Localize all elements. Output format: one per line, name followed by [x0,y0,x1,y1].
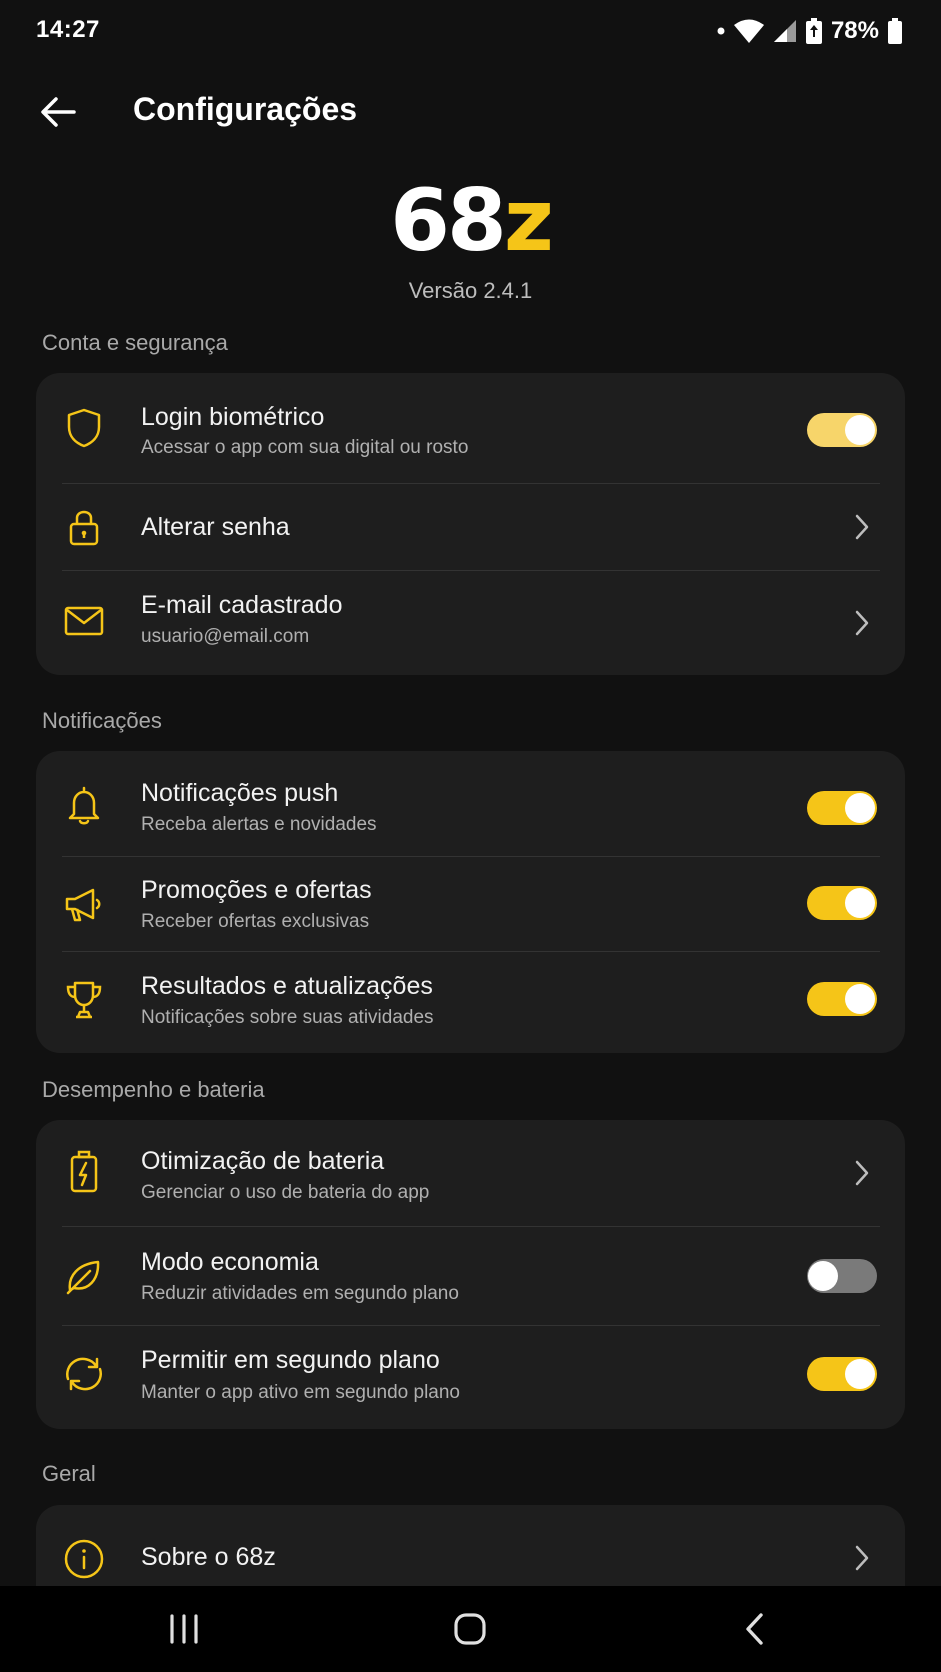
system-nav-bar [0,1586,941,1672]
row-title: Sobre o 68z [141,1543,276,1571]
bell-icon [62,783,106,827]
row-economy-mode[interactable]: Modo economia Reduzir atividades em segu… [36,1227,905,1325]
notifications-card: Notificações push Receba alertas e novid… [36,751,905,1053]
push-notifications-toggle[interactable] [807,791,877,825]
toggle-knob [845,793,875,823]
row-title: Alterar senha [141,513,290,541]
back-icon [746,1613,763,1645]
arrow-left-icon [41,97,76,127]
toggle-knob [845,984,875,1014]
logo-letter: z [503,171,554,271]
mail-icon [62,599,106,643]
chevron-right-icon [851,1543,873,1573]
row-title: Resultados e atualizações [141,972,433,1000]
toggle-knob [808,1261,838,1291]
chevron-right-icon [851,608,873,638]
battery-saver-icon [805,17,823,45]
shield-icon [62,406,106,450]
toggle-knob [845,888,875,918]
home-button[interactable] [440,1604,500,1654]
app-version: Versão 2.4.1 [408,278,533,303]
page-title: Configurações [133,91,358,127]
toggle-knob [845,415,875,445]
refresh-icon [62,1352,106,1396]
section-title-notifications: Notificações [42,708,162,733]
account-card: Login biométrico Acessar o app com sua d… [36,373,905,675]
toggle-knob [845,1359,875,1389]
row-title: Login biométrico [141,403,325,431]
leaf-icon [62,1254,106,1298]
recents-button[interactable] [154,1604,214,1654]
background-allowed-toggle[interactable] [807,1357,877,1391]
wifi-icon [733,18,765,44]
performance-card: Otimização de bateria Gerenciar o uso de… [36,1120,905,1429]
row-results-updates[interactable]: Resultados e atualizações Notificações s… [36,952,905,1053]
app-bar: Configurações [0,72,941,150]
promotions-toggle[interactable] [807,886,877,920]
status-icons: 78% [717,14,903,48]
status-time: 14:27 [36,16,100,43]
status-bar: 14:27 78% [0,0,941,62]
row-push-notifications[interactable]: Notificações push Receba alertas e novid… [36,751,905,856]
recents-icon [170,1614,198,1644]
system-back-button[interactable] [724,1604,784,1654]
row-subtitle: Notificações sobre suas atividades [141,1007,434,1028]
row-subtitle: Acessar o app com sua digital ou rosto [141,437,469,458]
back-button[interactable] [30,86,86,138]
row-subtitle: Reduzir atividades em segundo plano [141,1283,459,1304]
section-title-account: Conta e segurança [42,330,228,355]
row-change-password[interactable]: Alterar senha [36,484,905,570]
row-subtitle: Receba alertas e novidades [141,814,377,835]
logo-number: 68 [390,171,507,271]
row-registered-email[interactable]: E-mail cadastrado usuario@email.com [36,571,905,675]
row-title: Otimização de bateria [141,1147,385,1175]
row-title: Promoções e ofertas [141,876,372,904]
row-battery-optimization[interactable]: Otimização de bateria Gerenciar o uso de… [36,1120,905,1226]
row-title: Modo economia [141,1248,319,1276]
row-subtitle: Manter o app ativo em segundo plano [141,1382,460,1403]
biometric-login-toggle[interactable] [807,413,877,447]
dot-icon [717,27,725,35]
section-title-performance: Desempenho e bateria [42,1077,265,1102]
trophy-icon [62,978,106,1022]
battery-icon [887,17,903,45]
row-subtitle: Receber ofertas exclusivas [141,911,370,932]
app-logo: 68z [0,176,941,266]
section-title-general: Geral [42,1461,96,1486]
megaphone-icon [62,883,106,927]
row-subtitle: usuario@email.com [141,626,310,647]
results-updates-toggle[interactable] [807,982,877,1016]
settings-screen: 14:27 78% Configurações 68z Versão 2.4.1… [0,0,941,1672]
home-icon [454,1613,486,1645]
row-title: Permitir em segundo plano [141,1346,440,1374]
battery-charging-icon [62,1150,106,1194]
row-promotions[interactable]: Promoções e ofertas Receber ofertas excl… [36,857,905,951]
info-icon [62,1537,106,1581]
chevron-right-icon [851,1158,873,1188]
row-biometric-login[interactable]: Login biométrico Acessar o app com sua d… [36,373,905,483]
row-title: Notificações push [141,779,339,807]
row-subtitle: Gerenciar o uso de bateria do app [141,1182,430,1203]
row-title: E-mail cadastrado [141,591,343,619]
economy-mode-toggle[interactable] [807,1259,877,1293]
battery-percentage: 78% [830,17,879,44]
row-background-allowed[interactable]: Permitir em segundo plano Manter o app a… [36,1326,905,1429]
chevron-right-icon [851,512,873,542]
lock-icon [62,505,106,549]
signal-icon [773,19,797,43]
